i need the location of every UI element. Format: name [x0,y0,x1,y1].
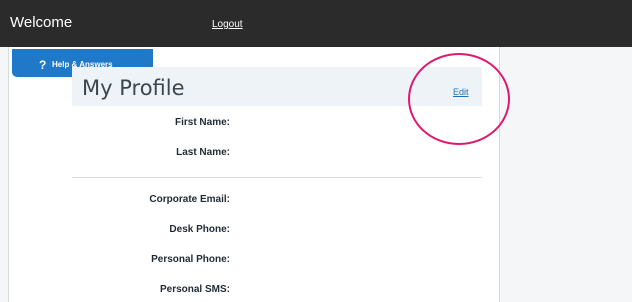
personal-phone-label: Personal Phone: [151,254,230,265]
section-divider [72,177,482,178]
profile-header: My Profile Edit [72,67,482,106]
desk-phone-label: Desk Phone: [169,224,230,235]
edit-link[interactable]: Edit [453,87,469,97]
last-name-label: Last Name: [176,147,230,158]
question-mark-icon: ? [39,58,47,72]
logout-link[interactable]: Logout [212,19,243,30]
welcome-title: Welcome [10,14,73,31]
personal-sms-label: Personal SMS: [159,284,230,295]
corporate-email-label: Corporate Email: [149,194,230,205]
page-title: My Profile [82,76,185,100]
first-name-label: First Name: [174,117,230,128]
top-nav-bar: Welcome Logout [0,0,632,47]
